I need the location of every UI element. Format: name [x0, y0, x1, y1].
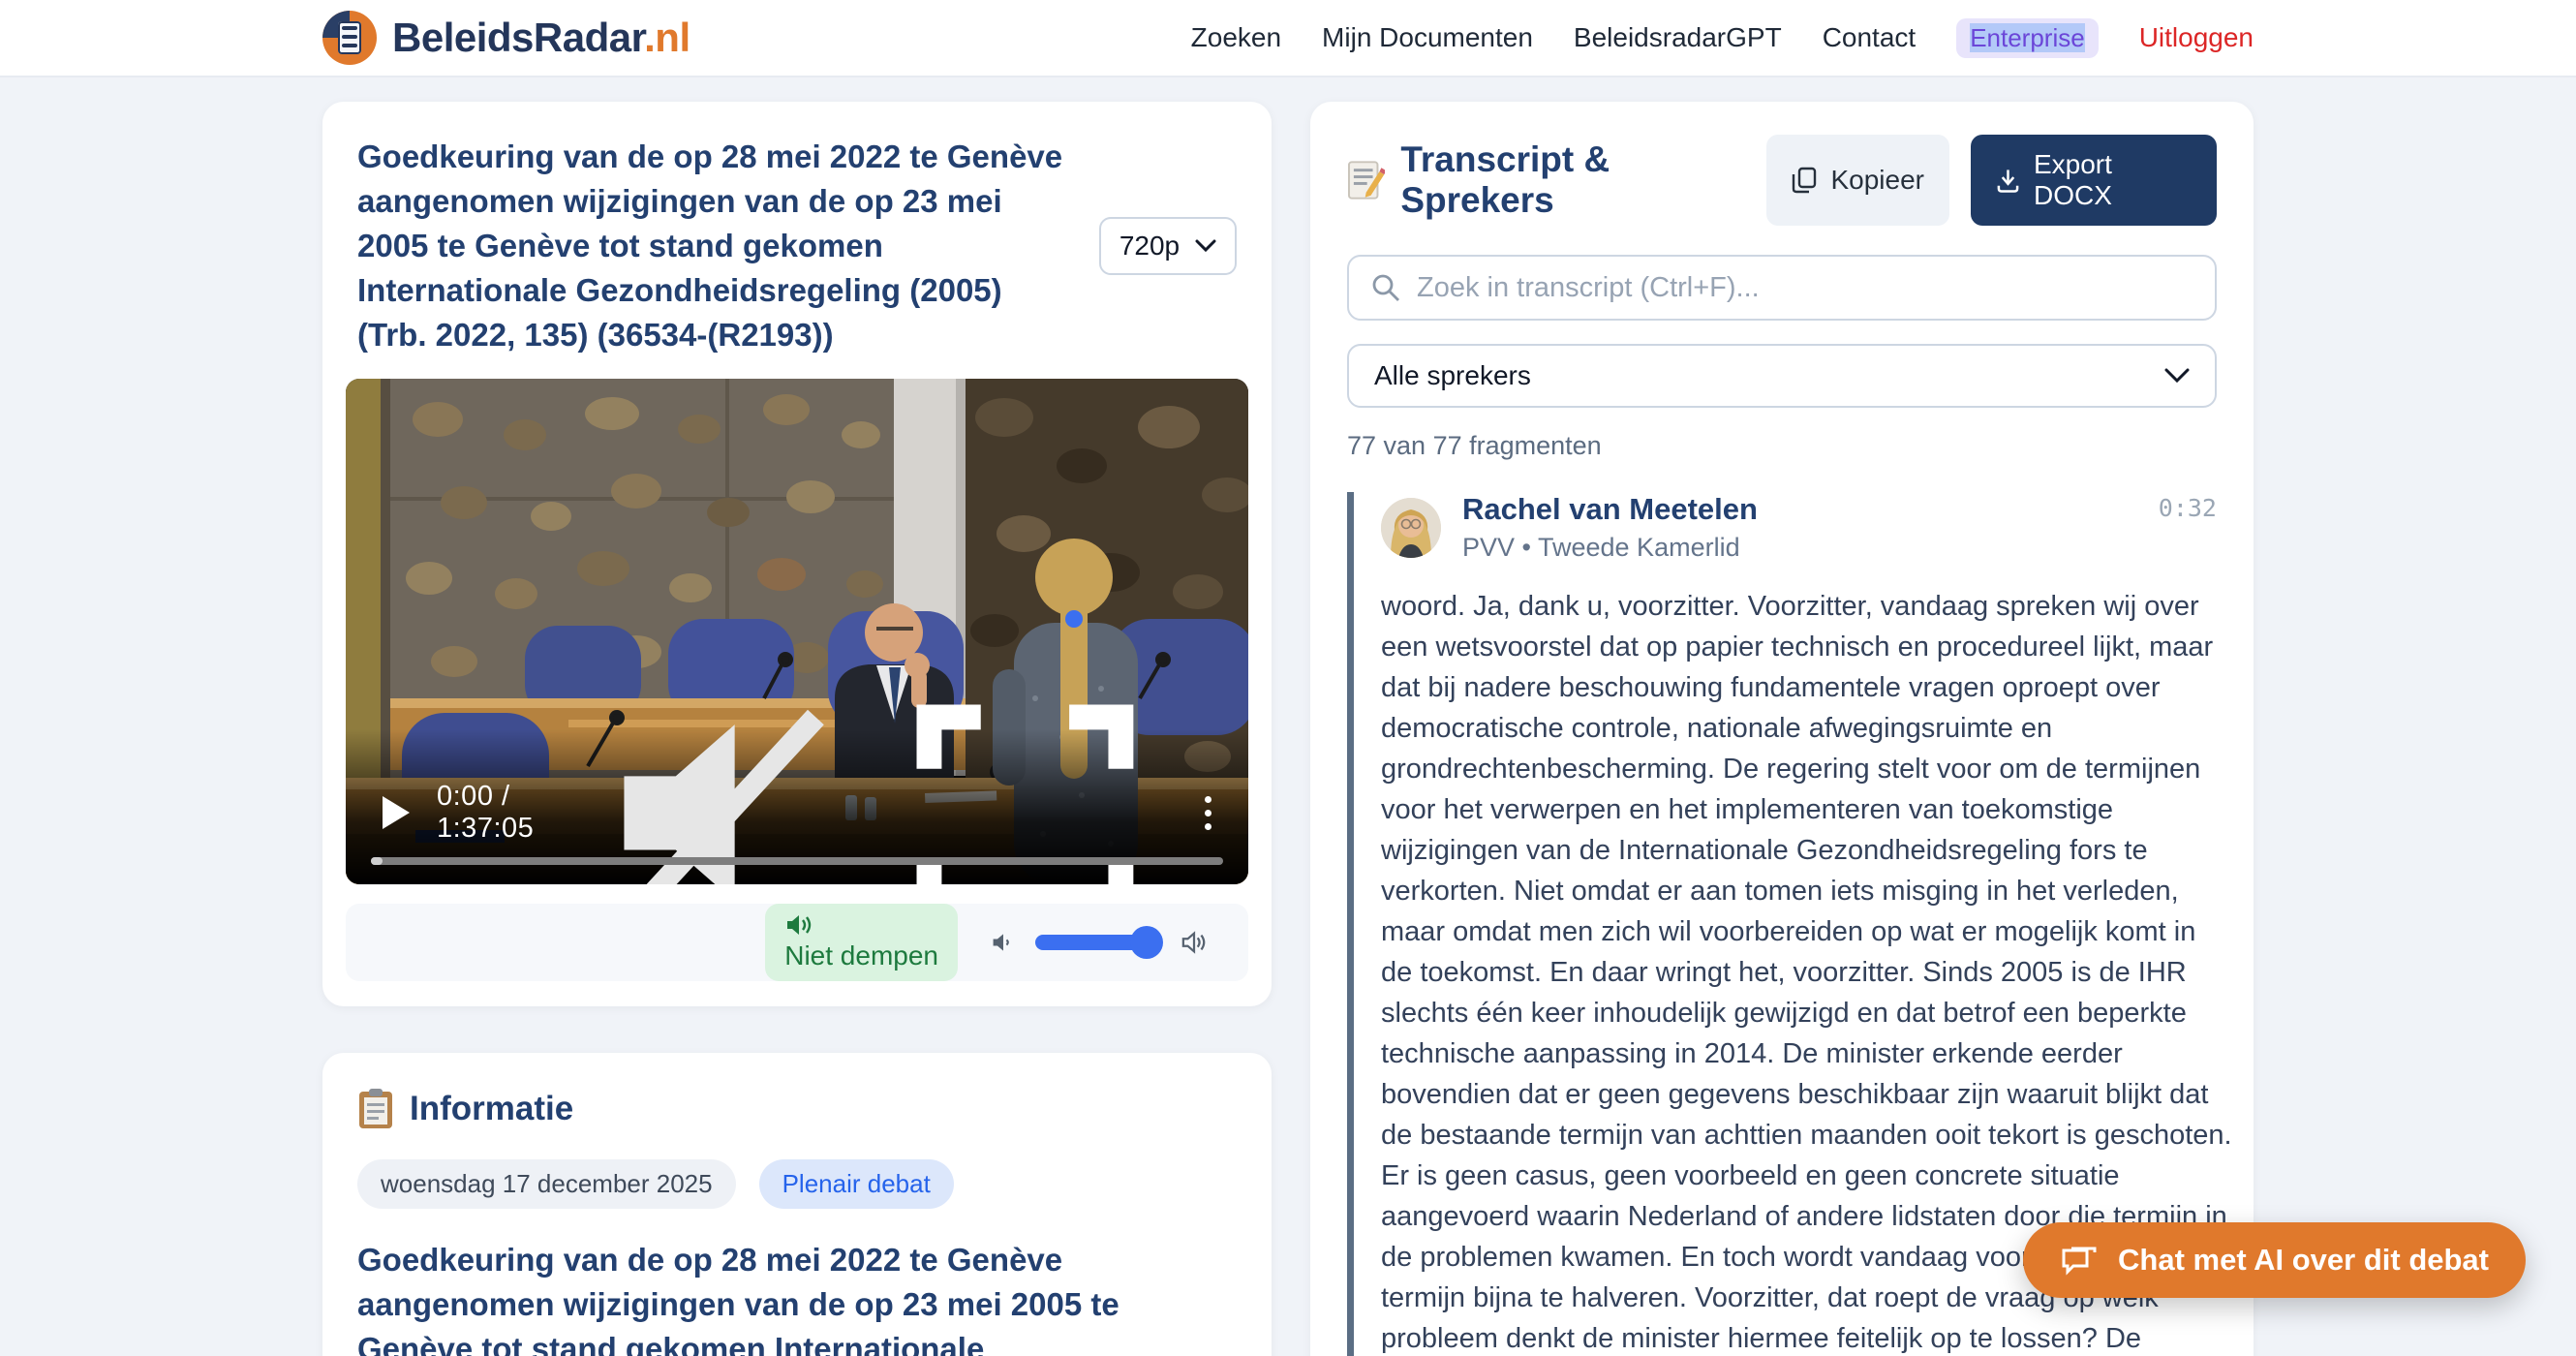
muted-speaker-icon[interactable]: [595, 688, 845, 884]
search-icon: [1370, 272, 1401, 303]
brand-name: BeleidsRadar.nl: [392, 15, 690, 61]
info-title: Goedkeuring van de op 28 mei 2022 te Gen…: [357, 1238, 1237, 1356]
enterprise-badge[interactable]: Enterprise: [1956, 18, 2099, 58]
info-heading: Informatie: [410, 1090, 573, 1128]
brand-tld: .nl: [644, 15, 690, 60]
download-icon: [1996, 167, 2020, 194]
fullscreen-icon[interactable]: [900, 688, 1150, 884]
video-player[interactable]: 0:00 / 1:37:05: [346, 379, 1248, 884]
date-badge: woensdag 17 december 2025: [357, 1159, 736, 1209]
volume-slider-thumb[interactable]: [1130, 926, 1163, 959]
nav-links: Zoeken Mijn Documenten BeleidsradarGPT C…: [1191, 18, 2254, 58]
chat-ai-label: Chat met AI over dit debat: [2118, 1243, 2489, 1278]
chat-ai-button[interactable]: Chat met AI over dit debat: [2023, 1222, 2526, 1298]
volume-slider[interactable]: [1035, 935, 1161, 950]
nav-link-beleidsradargpt[interactable]: BeleidsradarGPT: [1574, 22, 1782, 53]
video-title: Goedkeuring van de op 28 mei 2022 te Gen…: [357, 135, 1064, 357]
video-controls-overlay: 0:00 / 1:37:05: [346, 729, 1248, 884]
video-column: Goedkeuring van de op 28 mei 2022 te Gen…: [322, 102, 1272, 1356]
brand-logo-icon: [322, 11, 377, 65]
unmute-button[interactable]: Niet dempen: [765, 904, 958, 981]
speaker-name: Rachel van Meetelen: [1462, 492, 1758, 527]
search-input[interactable]: [1417, 272, 2193, 304]
info-card: Informatie woensdag 17 december 2025 Ple…: [322, 1053, 1272, 1356]
video-card: Goedkeuring van de op 28 mei 2022 te Gen…: [322, 102, 1272, 1006]
volume-high-icon: [1181, 930, 1208, 955]
copy-button[interactable]: Kopieer: [1766, 135, 1949, 226]
nav-link-mijn-documenten[interactable]: Mijn Documenten: [1322, 22, 1533, 53]
play-button[interactable]: [383, 796, 410, 829]
volume-low-icon: [991, 930, 1016, 955]
copy-icon: [1792, 167, 1817, 194]
video-time: 0:00 / 1:37:05: [437, 781, 595, 845]
debate-type-badge: Plenair debat: [759, 1159, 954, 1209]
transcript-search[interactable]: [1347, 255, 2217, 321]
unmute-label: Niet dempen: [784, 940, 938, 971]
export-docx-button[interactable]: Export DOCX: [1971, 135, 2217, 226]
chevron-down-icon: [1195, 239, 1216, 253]
fragment-count: 77 van 77 fragmenten: [1347, 431, 2217, 461]
speaker-green-icon: [784, 911, 813, 939]
volume-row: Niet dempen: [346, 904, 1248, 981]
video-progress-bar[interactable]: [371, 857, 1223, 865]
navbar: BeleidsRadar.nl Zoeken Mijn Documenten B…: [0, 0, 2576, 77]
nav-link-contact[interactable]: Contact: [1823, 22, 1917, 53]
transcript-column: Transcript & Sprekers Kopieer: [1310, 102, 2254, 1356]
kebab-icon[interactable]: [1205, 796, 1211, 830]
brand[interactable]: BeleidsRadar.nl: [322, 11, 690, 65]
fragment-timestamp: 0:32: [2159, 494, 2217, 522]
speaker-avatar: [1381, 498, 1441, 558]
chat-bubbles-icon: [2060, 1243, 2099, 1278]
logout-link[interactable]: Uitloggen: [2139, 22, 2254, 53]
volume-slider-group: [991, 930, 1208, 955]
clipboard-icon: [357, 1088, 394, 1130]
quality-select[interactable]: 720p: [1099, 217, 1237, 275]
speaker-filter-select[interactable]: Alle sprekers: [1347, 344, 2217, 408]
transcript-card: Transcript & Sprekers Kopieer: [1310, 102, 2254, 1356]
chevron-down-icon: [2164, 368, 2190, 384]
transcript-heading: Transcript & Sprekers: [1400, 139, 1766, 221]
speaker-meta: PVV • Tweede Kamerlid: [1462, 533, 1758, 563]
nav-link-zoeken[interactable]: Zoeken: [1191, 22, 1281, 53]
main-content: Goedkeuring van de op 28 mei 2022 te Gen…: [0, 77, 2576, 1356]
memo-icon: [1347, 160, 1385, 200]
